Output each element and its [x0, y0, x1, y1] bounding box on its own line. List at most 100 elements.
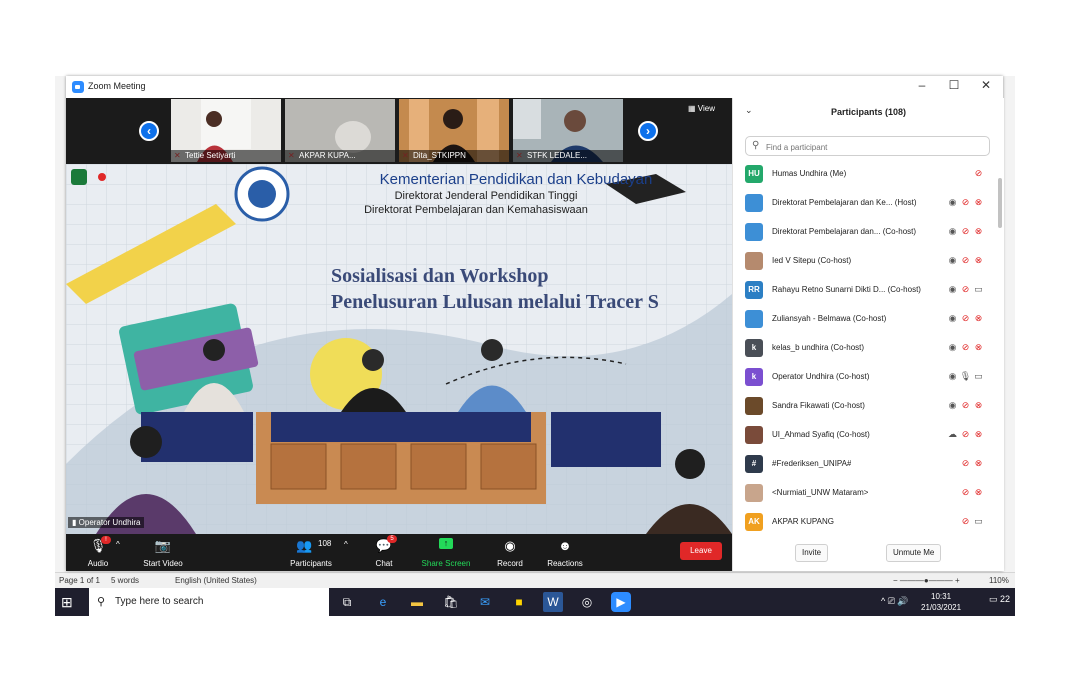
participant-name: Operator Undhira (Co-host): [772, 372, 870, 381]
mic-muted-icon[interactable]: ⊘: [972, 168, 985, 179]
next-page-button[interactable]: ›: [638, 121, 658, 141]
spotlight-icon[interactable]: ◉: [946, 255, 959, 266]
participant-status-icons: ◉ ⊘ ⊗: [946, 313, 985, 324]
video-off-icon[interactable]: ⊗: [972, 226, 985, 237]
video-on-icon[interactable]: ▭: [972, 371, 985, 382]
start-video-button[interactable]: 📷 Start Video: [136, 534, 190, 571]
audio-button[interactable]: 🎙 ! Audio: [78, 534, 118, 571]
reactions-button[interactable]: ☻ Reactions: [540, 534, 590, 571]
participant-row[interactable]: k Operator Undhira (Co-host) ◉ 🎙 ▭: [733, 363, 995, 391]
view-button[interactable]: ▦ View: [688, 104, 715, 113]
main-video[interactable]: Kementerian Pendidikan dan Kebudayan Dir…: [66, 164, 732, 534]
video-off-icon[interactable]: ⊗: [972, 342, 985, 353]
windows-start-icon[interactable]: ⊞: [61, 594, 73, 611]
start-video-label: Start Video: [143, 559, 183, 568]
mic-muted-icon[interactable]: ⊘: [959, 516, 972, 527]
participant-row[interactable]: Zuliansyah - Belmawa (Co-host) ◉ ⊘ ⊗: [733, 305, 995, 333]
zoom-app-icon[interactable]: ▶: [611, 592, 631, 612]
participant-row[interactable]: RR Rahayu Retno Sunarni Dikti D... (Co-ho…: [733, 276, 995, 304]
system-tray[interactable]: ^ ⎚ 🔊: [881, 596, 909, 607]
spotlight-icon[interactable]: ◉: [946, 284, 959, 295]
spotlight-icon[interactable]: ◉: [946, 313, 959, 324]
mic-muted-icon[interactable]: ⊘: [959, 284, 972, 295]
cloud-icon[interactable]: ☁: [946, 429, 959, 440]
participant-row[interactable]: Direktorat Pembelajaran dan Ke... (Host)…: [733, 189, 995, 217]
video-tile[interactable]: ✕ STFK LEDALE...: [513, 99, 623, 162]
mic-muted-icon[interactable]: ⊘: [959, 458, 972, 469]
invite-button[interactable]: Invite: [795, 544, 829, 562]
record-button[interactable]: ◉ Record: [490, 534, 530, 571]
spotlight-icon[interactable]: ◉: [946, 342, 959, 353]
unmute-me-button[interactable]: Unmute Me: [886, 544, 942, 562]
mic-muted-icon[interactable]: ⊘: [959, 255, 972, 266]
mic-muted-icon[interactable]: ⊘: [959, 197, 972, 208]
leave-button[interactable]: Leave: [680, 542, 722, 560]
participant-row[interactable]: k kelas_b undhira (Co-host) ◉ ⊘ ⊗: [733, 334, 995, 362]
mic-on-icon[interactable]: 🎙: [959, 371, 972, 382]
prev-page-button[interactable]: ‹: [139, 121, 159, 141]
participant-list-scrollbar[interactable]: [998, 178, 1002, 228]
participant-name: Ied V Sitepu (Co-host): [772, 256, 852, 265]
store-icon[interactable]: 🛍: [441, 592, 461, 612]
participant-row[interactable]: UI_Ahmad Syafiq (Co-host) ☁ ⊘ ⊗: [733, 421, 995, 449]
mic-muted-icon[interactable]: ⊘: [959, 226, 972, 237]
participants-options-chevron-icon[interactable]: ^: [344, 540, 348, 549]
notifications-icon[interactable]: ▭ 22: [989, 594, 1010, 605]
close-button[interactable]: ✕: [976, 78, 996, 92]
audio-options-chevron-icon[interactable]: ^: [116, 540, 120, 549]
video-off-icon[interactable]: ⊗: [972, 313, 985, 324]
participant-row[interactable]: Sandra Fikawati (Co-host) ◉ ⊘ ⊗: [733, 392, 995, 420]
mic-muted-icon[interactable]: ⊘: [959, 313, 972, 324]
video-off-icon[interactable]: ⊗: [972, 255, 985, 266]
edge-browser-icon[interactable]: e: [373, 592, 393, 612]
mic-muted-icon[interactable]: ⊘: [959, 487, 972, 498]
participants-icon: 👥: [296, 538, 313, 553]
video-tile[interactable]: ✕ Dita_STKIPPN: [399, 99, 509, 162]
video-off-icon[interactable]: ⊗: [972, 458, 985, 469]
video-on-icon[interactable]: ▭: [972, 284, 985, 295]
video-tile[interactable]: ✕ AKPAR KUPA...: [285, 99, 395, 162]
participant-row[interactable]: Ied V Sitepu (Co-host) ◉ ⊘ ⊗: [733, 247, 995, 275]
participant-row[interactable]: # #Frederiksen_UNIPA# ⊘ ⊗: [733, 450, 995, 478]
maximize-button[interactable]: ☐: [944, 78, 964, 92]
word-language[interactable]: English (United States): [175, 576, 257, 585]
video-tile[interactable]: ✕ Tettie Setiyarti: [171, 99, 281, 162]
view-label: View: [697, 104, 715, 113]
participant-name: UI_Ahmad Syafiq (Co-host): [772, 430, 870, 439]
mic-muted-icon[interactable]: ⊘: [959, 400, 972, 411]
participant-search[interactable]: ⚲: [745, 136, 990, 156]
participant-row[interactable]: HU Humas Undhira (Me) ⊘: [733, 160, 995, 188]
video-off-icon[interactable]: ⊗: [972, 400, 985, 411]
participant-row[interactable]: Direktorat Pembelajaran dan... (Co-host)…: [733, 218, 995, 246]
mic-muted-icon[interactable]: ⊘: [959, 342, 972, 353]
spotlight-icon[interactable]: ◉: [946, 400, 959, 411]
minimize-button[interactable]: –: [912, 78, 932, 92]
word-zoom-level[interactable]: 110%: [989, 576, 1009, 585]
share-screen-button[interactable]: ↑ Share Screen: [416, 534, 476, 571]
video-off-icon[interactable]: ⊗: [972, 197, 985, 208]
participants-button[interactable]: 👥 108 Participants: [284, 534, 338, 571]
spotlight-icon[interactable]: ◉: [946, 197, 959, 208]
chat-button[interactable]: 💬 5 Chat: [366, 534, 402, 571]
participant-name: AKPAR KUPANG: [772, 517, 834, 526]
participant-row[interactable]: <Nurmiati_UNW Mataram> ⊘ ⊗: [733, 479, 995, 507]
file-explorer-icon[interactable]: ▬: [407, 592, 427, 612]
taskbar-search[interactable]: ⚲ Type here to search: [89, 588, 329, 616]
taskbar-clock[interactable]: 10:31 21/03/2021: [921, 591, 961, 613]
video-off-icon[interactable]: ⊗: [972, 487, 985, 498]
word-icon[interactable]: W: [543, 592, 563, 612]
sticky-notes-icon[interactable]: ■: [509, 592, 529, 612]
spotlight-icon[interactable]: ◉: [946, 226, 959, 237]
participant-search-input[interactable]: [764, 139, 988, 155]
gallery-view-icon: ▦: [688, 104, 696, 113]
video-off-icon[interactable]: ⊗: [972, 429, 985, 440]
chrome-icon[interactable]: ◎: [577, 592, 597, 612]
mic-muted-icon[interactable]: ⊘: [959, 429, 972, 440]
participant-row[interactable]: AK AKPAR KUPANG ⊘ ▭: [733, 508, 995, 536]
video-on-icon[interactable]: ▭: [972, 516, 985, 527]
mail-icon[interactable]: ✉: [475, 592, 495, 612]
participant-status-icons: ◉ ⊘ ⊗: [946, 400, 985, 411]
spotlight-icon[interactable]: ◉: [946, 371, 959, 382]
word-zoom-slider[interactable]: − ———●——— +: [893, 576, 960, 585]
task-view-icon[interactable]: ⧉: [337, 592, 357, 612]
